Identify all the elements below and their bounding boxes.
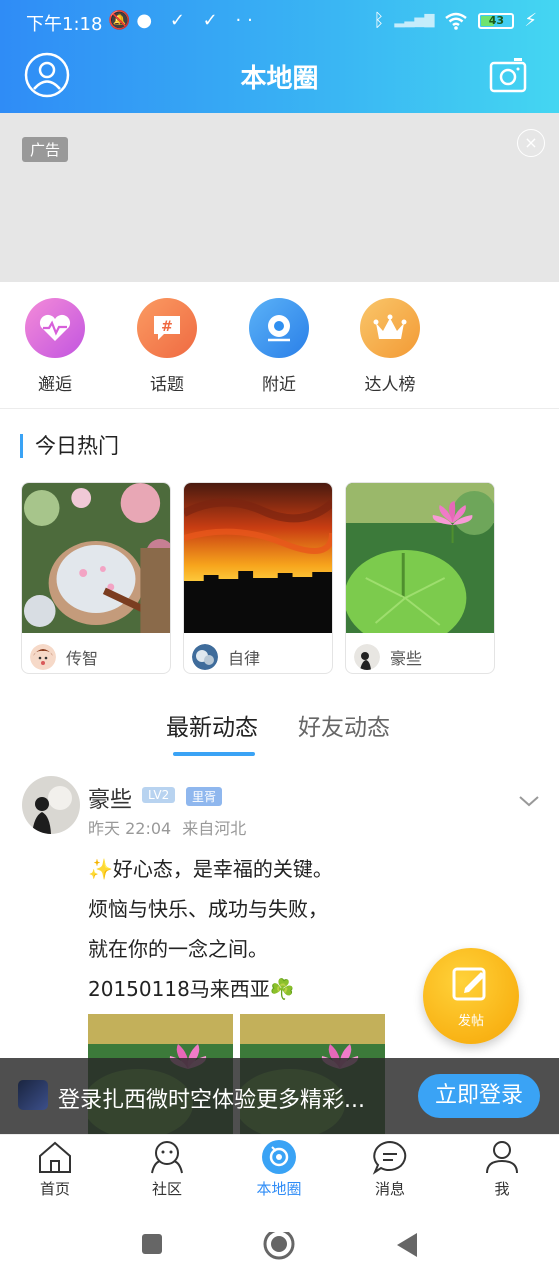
level-badge: LV2: [142, 787, 176, 803]
page-title: 本地圈: [240, 64, 319, 94]
hot-card-image: [184, 483, 332, 633]
avatar: [30, 644, 56, 670]
hashtag-icon: #: [137, 298, 197, 358]
profile-icon: [486, 1141, 518, 1174]
avatar[interactable]: [22, 776, 80, 834]
post-text-line: ✨好心态，是幸福的关键。: [88, 857, 333, 881]
back-icon[interactable]: [395, 1232, 419, 1258]
nav-label: 本地圈: [256, 1180, 302, 1198]
bluetooth-icon: ᛒ: [373, 10, 385, 31]
message-icon: [372, 1140, 407, 1175]
nav-label: 我: [494, 1180, 510, 1198]
system-nav-bar: [0, 1212, 559, 1280]
hot-card-user: 豪些: [390, 649, 423, 668]
tab-latest[interactable]: 最新动态: [166, 708, 258, 742]
battery-icon: 43: [478, 12, 515, 29]
status-bar: 下午1:18 🔕● ✓ ✓ ·· ᛒ ▂▃▅▇ 43 ⚡: [0, 8, 559, 36]
nav-home[interactable]: 首页: [10, 1139, 100, 1199]
login-prompt: 登录扎西微时空体验更多精彩...: [58, 1088, 365, 1113]
nav-label: 消息: [374, 1180, 405, 1198]
quick-entry-nearby[interactable]: 附近: [234, 296, 324, 395]
tab-indicator: [173, 752, 255, 756]
app-logo-icon: [18, 1080, 48, 1110]
quick-entry-label: 附近: [262, 375, 296, 395]
nav-profile[interactable]: 我: [457, 1139, 547, 1199]
quick-entry-label: 话题: [150, 375, 184, 395]
avatar: [354, 644, 380, 670]
post-text-line: 20150118马来西亚☘️: [88, 977, 295, 1001]
home-button-icon[interactable]: [263, 1232, 295, 1264]
charging-icon: ⚡: [524, 10, 537, 31]
nav-local-circle[interactable]: 本地圈: [234, 1139, 324, 1199]
recent-apps-icon[interactable]: [140, 1232, 164, 1256]
section-title: 今日热门: [20, 434, 119, 458]
hot-card-user: 自律: [228, 649, 261, 668]
hot-card-user: 传智: [66, 649, 99, 668]
community-icon: [151, 1141, 183, 1174]
nav-label: 首页: [39, 1180, 70, 1198]
status-time: 下午1:18: [26, 14, 103, 35]
post-time: 昨天 22:04: [88, 819, 172, 838]
notification-icons: 🔕● ✓ ✓ ··: [108, 10, 259, 31]
quick-entries: 邂逅 # 话题 附近 达人榜: [0, 296, 559, 406]
quick-entry-topic[interactable]: # 话题: [122, 296, 212, 395]
hot-card-meta: 传智: [22, 637, 170, 673]
crown-icon: [360, 298, 420, 358]
home-icon: [39, 1141, 71, 1173]
feed-tabs: 最新动态 好友动态: [0, 708, 559, 758]
ad-tag: 广告: [22, 137, 69, 162]
hot-card[interactable]: 豪些: [345, 482, 495, 674]
post-location: 来自河北: [182, 819, 247, 838]
close-icon[interactable]: ×: [517, 129, 545, 157]
post-author[interactable]: 豪些: [88, 782, 132, 814]
login-banner: 登录扎西微时空体验更多精彩... 立即登录: [0, 1058, 559, 1134]
hot-card[interactable]: 传智: [21, 482, 171, 674]
app-header: 下午1:18 🔕● ✓ ✓ ·· ᛒ ▂▃▅▇ 43 ⚡ 本地圈: [0, 0, 559, 113]
location-icon: [249, 298, 309, 358]
post-text-line: 就在你的一念之间。: [88, 937, 268, 961]
login-button[interactable]: 立即登录: [418, 1074, 540, 1118]
camera-icon[interactable]: [489, 56, 527, 94]
bottom-nav: 首页 社区 本地圈 消息 我: [0, 1134, 559, 1212]
signal-icon: ▂▃▅▇: [394, 13, 435, 28]
avatar: [192, 644, 218, 670]
nav-label: 社区: [151, 1180, 182, 1198]
hot-card-meta: 豪些: [346, 637, 494, 673]
wifi-icon: [445, 12, 468, 30]
fab-label: 发帖: [457, 1014, 484, 1029]
hot-card-image: [22, 483, 170, 633]
nav-community[interactable]: 社区: [122, 1139, 212, 1199]
hot-card-meta: 自律: [184, 637, 332, 673]
hot-card-image: [346, 483, 494, 646]
divider: [0, 408, 559, 409]
edit-icon: [452, 967, 486, 1001]
status-right: ᛒ ▂▃▅▇ 43 ⚡: [374, 10, 537, 31]
heartbeat-icon: [25, 298, 85, 358]
local-circle-icon: [262, 1140, 296, 1174]
chevron-down-icon[interactable]: [517, 789, 541, 813]
vip-badge: 里胥: [186, 787, 223, 806]
post-text-line: 烦恼与快乐、成功与失败，: [88, 897, 328, 921]
quick-entry-label: 达人榜: [364, 375, 416, 395]
nav-messages[interactable]: 消息: [345, 1139, 435, 1199]
quick-entry-encounter[interactable]: 邂逅: [10, 296, 100, 395]
quick-entry-ranking[interactable]: 达人榜: [345, 296, 435, 395]
ad-banner[interactable]: 广告 ×: [0, 113, 559, 282]
quick-entry-label: 邂逅: [38, 375, 72, 395]
svg-text:#: #: [161, 319, 173, 335]
new-post-button[interactable]: 发帖: [423, 948, 519, 1044]
hot-card[interactable]: 自律: [183, 482, 333, 674]
post-meta: 昨天 22:04 来自河北: [88, 815, 246, 839]
tab-friends[interactable]: 好友动态: [298, 708, 390, 742]
